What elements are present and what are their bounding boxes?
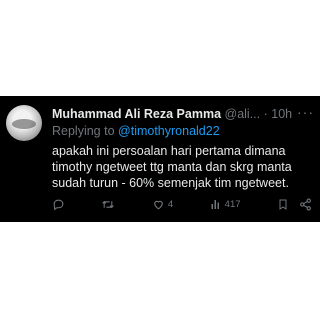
views-icon: [211, 200, 219, 209]
separator: ·: [263, 107, 268, 121]
bookmark-button[interactable]: [277, 198, 289, 211]
author-name[interactable]: Muhammad Ali Reza Pamma: [52, 107, 221, 121]
reply-button[interactable]: [52, 198, 65, 211]
tweet-header: Muhammad Ali Reza Pamma @ali... · 10h: [52, 106, 314, 122]
retweet-icon: [102, 200, 115, 208]
avatar[interactable]: [6, 105, 42, 141]
tweet-actions: 4 417: [52, 196, 312, 212]
like-count: 4: [167, 198, 174, 210]
bookmark-icon: [279, 199, 287, 210]
heart-icon: [154, 200, 163, 209]
more-icon[interactable]: ···: [297, 104, 314, 120]
tweet-card[interactable]: Muhammad Ali Reza Pamma @ali... · 10h ··…: [0, 96, 320, 222]
like-button[interactable]: 4: [152, 198, 173, 211]
replying-prefix: Replying to: [52, 124, 115, 138]
reply-icon: [53, 199, 64, 210]
secondary-actions: [277, 198, 312, 211]
views-button[interactable]: 417: [210, 198, 241, 210]
author-handle[interactable]: @ali...: [225, 107, 261, 121]
tweet-text: apakah ini persoalan hari pertama dimana…: [52, 144, 292, 190]
view-count: 417: [224, 198, 241, 210]
replying-mention[interactable]: @timothyronald22: [118, 124, 220, 138]
retweet-button[interactable]: [101, 198, 115, 211]
tweet-time[interactable]: 10h: [271, 107, 292, 121]
share-button[interactable]: [299, 198, 312, 211]
share-icon: [300, 198, 311, 210]
replying-to: Replying to @timothyronald22: [52, 124, 220, 138]
